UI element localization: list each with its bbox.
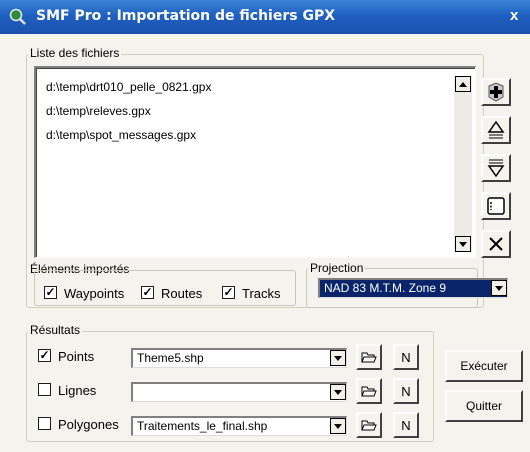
lines-n-button[interactable]: N	[393, 378, 419, 404]
scroll-down-button[interactable]	[455, 236, 471, 252]
lines-output-select[interactable]	[131, 382, 347, 402]
scroll-up-button[interactable]	[455, 76, 471, 92]
chevron-down-icon	[334, 355, 342, 361]
lines-browse-button[interactable]	[356, 378, 382, 404]
move-down-icon	[487, 159, 505, 178]
points-label: Points	[58, 349, 95, 364]
list-item[interactable]: d:\temp\drt010_pelle_0821.gpx	[46, 80, 211, 94]
lines-label: Lignes	[58, 383, 97, 398]
points-output-value: Theme5.shp	[137, 351, 204, 365]
move-up-icon	[487, 120, 505, 139]
move-up-button[interactable]	[481, 116, 511, 144]
triangle-up-icon	[459, 81, 467, 87]
tracks-label: Tracks	[242, 286, 281, 301]
lines-checkbox[interactable]	[38, 383, 51, 396]
chevron-down-icon	[334, 389, 342, 395]
routes-label: Routes	[161, 286, 203, 301]
clear-list-icon	[487, 197, 505, 215]
chevron-down-icon	[334, 423, 342, 429]
execute-button[interactable]: Exécuter	[445, 350, 523, 382]
quit-button[interactable]: Quitter	[445, 390, 523, 422]
points-n-button[interactable]: N	[393, 344, 419, 370]
projection-value: NAD 83 M.T.M. Zone 9	[324, 281, 447, 295]
add-file-button[interactable]	[481, 78, 511, 106]
points-output-select[interactable]: Theme5.shp	[131, 348, 347, 368]
tracks-checkbox[interactable]: ✓	[222, 286, 235, 299]
triangle-down-icon	[459, 241, 467, 247]
routes-checkbox[interactable]: ✓	[141, 286, 154, 299]
results-legend: Résultats	[28, 323, 83, 337]
file-list[interactable]: d:\temp\drt010_pelle_0821.gpx d:\temp\re…	[34, 66, 476, 258]
projection-legend: Projection	[308, 261, 366, 275]
move-down-button[interactable]	[481, 154, 511, 182]
files-legend: Liste des fichiers	[28, 46, 122, 60]
polygons-checkbox[interactable]	[38, 417, 51, 430]
polygons-browse-button[interactable]	[356, 412, 382, 438]
app-icon	[9, 8, 26, 25]
close-button[interactable]: x	[510, 6, 530, 26]
list-scrollbar[interactable]	[454, 76, 472, 252]
waypoints-checkbox[interactable]: ✓	[44, 286, 57, 299]
folder-open-icon	[361, 386, 377, 397]
chevron-down-icon	[495, 285, 503, 291]
remove-icon	[489, 237, 503, 251]
remove-file-button[interactable]	[481, 230, 511, 258]
list-item[interactable]: d:\temp\releves.gpx	[46, 104, 151, 118]
folder-open-icon	[361, 352, 377, 363]
lines-dropdown-button[interactable]	[330, 384, 346, 400]
folder-open-icon	[361, 420, 377, 431]
clear-list-button[interactable]	[481, 192, 511, 220]
list-item[interactable]: d:\temp\spot_messages.gpx	[46, 128, 196, 142]
polygons-n-button[interactable]: N	[393, 412, 419, 438]
add-file-icon	[488, 82, 504, 102]
waypoints-label: Waypoints	[64, 286, 125, 301]
polygons-label: Polygones	[58, 417, 119, 432]
polygons-output-value: Traitements_le_final.shp	[137, 419, 268, 433]
title-bar: SMF Pro : Importation de fichiers GPX x	[0, 0, 530, 34]
polygons-output-select[interactable]: Traitements_le_final.shp	[131, 416, 347, 436]
window-title: SMF Pro : Importation de fichiers GPX	[36, 8, 335, 24]
projection-select[interactable]: NAD 83 M.T.M. Zone 9	[318, 278, 508, 298]
dialog-window: SMF Pro : Importation de fichiers GPX x …	[0, 0, 530, 452]
points-browse-button[interactable]	[356, 344, 382, 370]
points-checkbox[interactable]: ✓	[38, 349, 51, 362]
polygons-dropdown-button[interactable]	[330, 418, 346, 434]
projection-dropdown-button[interactable]	[491, 280, 507, 296]
points-dropdown-button[interactable]	[330, 350, 346, 366]
